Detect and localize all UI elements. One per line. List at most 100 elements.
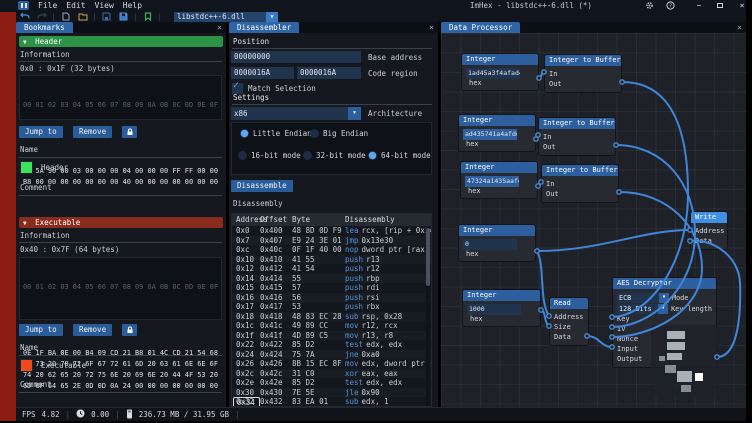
integer-value-input[interactable]: 0 bbox=[463, 239, 517, 250]
node-integer-1[interactable]: Integer 1ad45a3f4afad4hex bbox=[461, 53, 539, 91]
key-length-dropdown[interactable]: 128 Bits▼ bbox=[617, 304, 668, 314]
disassemble-button[interactable]: Disassemble bbox=[231, 180, 293, 192]
port-out[interactable]: Out bbox=[549, 79, 617, 89]
disassembly-row[interactable]: 0x16 0x416 56 pushrsi bbox=[232, 293, 431, 303]
port-data[interactable]: Data bbox=[695, 236, 723, 246]
table-header-row[interactable]: Address Offset Byte Disassembly bbox=[232, 214, 431, 226]
disassembly-row[interactable]: 0x17 0x417 53 pushrbx bbox=[232, 302, 431, 312]
disassembly-row[interactable]: 0x18 0x418 48 83 EC 28 subrsp, 0x28 bbox=[232, 312, 431, 322]
disassembly-row[interactable]: 0x24 0x424 75 7A jne0xa0 bbox=[232, 350, 431, 360]
disassembly-row[interactable]: 0x0 0x400 48 8D 0D F9 0 learcx, [rip + 0… bbox=[232, 226, 431, 236]
disassembly-row[interactable]: 0x1c 0x41c 49 89 CC movr12, rcx bbox=[232, 321, 431, 331]
radio-32bit-mode[interactable]: 32-bit mode bbox=[303, 151, 366, 160]
bookmark-color-swatch[interactable] bbox=[20, 161, 33, 174]
architecture-dropdown[interactable]: x86 ▼ bbox=[231, 107, 361, 120]
base-address-input[interactable]: 00000000 bbox=[231, 51, 361, 63]
help-icon[interactable]: ? bbox=[664, 1, 676, 10]
port-in[interactable]: In bbox=[546, 179, 614, 189]
scrollbar[interactable] bbox=[426, 227, 430, 406]
node-int-to-buffer-1[interactable]: Integer to Buffer In Out bbox=[544, 54, 622, 93]
close-button[interactable]: × bbox=[736, 1, 748, 10]
radio-16bit-mode[interactable]: 16-bit mode bbox=[238, 151, 301, 160]
save-icon[interactable] bbox=[101, 12, 112, 21]
menu-view[interactable]: View bbox=[95, 0, 114, 11]
menu-edit[interactable]: Edit bbox=[66, 0, 85, 11]
code-region-start-input[interactable]: 0000016A bbox=[231, 67, 294, 79]
hex-view[interactable]: 00 01 02 03 04 05 06 07 08 09 0A 0B 0C 0… bbox=[19, 257, 222, 320]
node-integer-4[interactable]: Integer 0hex bbox=[458, 224, 536, 262]
open-file-icon[interactable] bbox=[77, 12, 88, 21]
jump-to-button[interactable]: Jump to bbox=[19, 126, 63, 138]
node-int-to-buffer-2[interactable]: Integer to Buffer In Out bbox=[538, 117, 616, 156]
node-editor-canvas[interactable]: Integer 1ad45a3f4afad4hex Integer to Buf… bbox=[441, 33, 746, 407]
file-selector-dropdown[interactable]: libstdc++-6.dll ▼ bbox=[174, 12, 278, 22]
settings-gear-icon[interactable] bbox=[643, 1, 655, 10]
lock-button[interactable] bbox=[122, 126, 137, 138]
integer-value-input[interactable]: 1ad45a3f4afad4 bbox=[466, 68, 520, 79]
menu-help[interactable]: Help bbox=[123, 0, 142, 11]
disassembly-row[interactable]: 0x32 0x432 83 EA 01 subedx, 1 bbox=[232, 397, 431, 407]
tab-disassembler[interactable]: Disassembler bbox=[229, 22, 299, 33]
mode-dropdown[interactable]: ECB▼ bbox=[617, 293, 669, 303]
port-address[interactable]: Address bbox=[695, 226, 723, 236]
radio-64bit-mode[interactable]: 64-bit mode bbox=[368, 151, 431, 160]
integer-value-input[interactable]: 1000 bbox=[467, 304, 521, 315]
close-icon[interactable]: × bbox=[733, 22, 746, 33]
bookmark-icon[interactable] bbox=[142, 12, 153, 21]
node-integer-5[interactable]: Integer 1000hex bbox=[462, 289, 541, 327]
disassembly-row[interactable]: 0x15 0x415 57 pushrdi bbox=[232, 283, 431, 293]
port-in[interactable]: In bbox=[549, 69, 617, 79]
node-int-to-buffer-3[interactable]: Integer to Buffer In Out bbox=[541, 164, 619, 203]
disassembly-row[interactable]: 0x2e 0x42e 85 D2 testedx, edx bbox=[232, 378, 431, 388]
port-key[interactable]: Key bbox=[617, 314, 712, 324]
radio-big-endian[interactable]: Big Endian bbox=[310, 129, 368, 138]
hex-view[interactable]: 00 01 02 03 04 05 06 07 08 09 0A 0B 0C 0… bbox=[19, 75, 222, 120]
bookmark-header-bar[interactable]: ▼ Executable bbox=[19, 217, 223, 228]
focused-cell[interactable]: 0x34 bbox=[233, 397, 260, 407]
disassembly-row[interactable]: 0x7 0x407 E9 24 3E 01 0 jmp0x13e30 bbox=[232, 236, 431, 246]
scrollbar-thumb[interactable] bbox=[426, 228, 430, 286]
lock-button[interactable] bbox=[122, 324, 137, 336]
close-icon[interactable]: × bbox=[213, 22, 226, 33]
code-region-end-input[interactable]: 0000016A bbox=[297, 67, 361, 79]
bookmark-header-bar[interactable]: ▼ Header bbox=[19, 36, 223, 47]
port-address[interactable]: Address bbox=[554, 312, 584, 322]
disassembly-row[interactable]: 0x2c 0x42c 31 C0 xoreax, eax bbox=[232, 369, 431, 379]
port-out[interactable]: Out bbox=[543, 142, 611, 152]
redo-icon[interactable] bbox=[36, 12, 47, 21]
radio-little-endian[interactable]: Little Endian bbox=[240, 129, 312, 138]
disassembly-row[interactable]: 0x30 0x430 7E 5E jle0x90 bbox=[232, 388, 431, 398]
remove-button[interactable]: Remove bbox=[73, 324, 112, 336]
port-size[interactable]: Size bbox=[554, 322, 584, 332]
tab-data-processor[interactable]: Data Processor bbox=[441, 22, 520, 33]
jump-to-button[interactable]: Jump to bbox=[19, 324, 63, 336]
integer-value-input[interactable]: 47324a1435aafe bbox=[465, 176, 519, 187]
new-file-icon[interactable] bbox=[60, 12, 71, 21]
port-in[interactable]: In bbox=[543, 132, 611, 142]
maximize-button[interactable] bbox=[717, 3, 723, 8]
disassembly-row[interactable]: 0x26 0x426 8B 15 EC 8F 1 movedx, dword p… bbox=[232, 359, 431, 369]
minimize-button[interactable]: − bbox=[693, 1, 705, 10]
disassembly-row[interactable]: 0x1f 0x41f 4D 89 C5 movr13, r8 bbox=[232, 331, 431, 341]
save-as-icon[interactable] bbox=[118, 12, 129, 21]
remove-button[interactable]: Remove bbox=[73, 126, 112, 138]
close-icon[interactable]: × bbox=[425, 22, 438, 33]
node-integer-2[interactable]: Integer ad435741a4afdehex bbox=[458, 114, 536, 152]
undo-icon[interactable] bbox=[19, 12, 30, 21]
cell-bytes: 8B 15 EC 8F 1 bbox=[292, 359, 345, 369]
port-data[interactable]: Data bbox=[554, 332, 584, 342]
disassembly-row[interactable]: 0x22 0x422 85 D2 testedx, edx bbox=[232, 340, 431, 350]
integer-value-input[interactable]: ad435741a4afde bbox=[463, 129, 517, 140]
menu-file[interactable]: File bbox=[38, 0, 57, 11]
disassembly-row[interactable]: 0x10 0x410 41 55 pushr13 bbox=[232, 255, 431, 265]
node-read[interactable]: Read Address Size Data bbox=[549, 297, 589, 346]
node-integer-3[interactable]: Integer 47324a1435aafehex bbox=[460, 161, 538, 199]
minimap[interactable] bbox=[651, 325, 719, 397]
disassembly-row[interactable]: 0xc 0x40c 0F 1F 40 00 nopdword ptr [rax] bbox=[232, 245, 431, 255]
disassembly-row[interactable]: 0x12 0x412 41 54 pushr12 bbox=[232, 264, 431, 274]
node-write[interactable]: Write Address Data bbox=[690, 211, 728, 250]
disassembly-row[interactable]: 0x14 0x414 55 pushrbp bbox=[232, 274, 431, 284]
tab-bookmarks[interactable]: Bookmarks bbox=[16, 22, 73, 33]
port-out[interactable]: Out bbox=[546, 189, 614, 199]
bookmark-color-swatch[interactable] bbox=[20, 359, 33, 372]
